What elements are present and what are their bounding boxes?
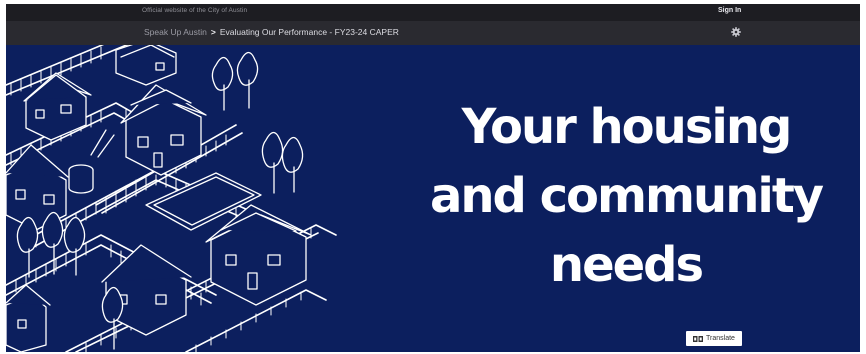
- sign-in-link[interactable]: Sign In: [718, 7, 741, 14]
- hero-headline: Your housing and community needs: [426, 93, 826, 300]
- neighborhood-illustration: [6, 45, 337, 352]
- page-frame: Official website of the City of Austin S…: [6, 4, 860, 352]
- translate-icon: [693, 335, 704, 342]
- site-navbar: Speak Up Austin > Evaluating Our Performan…: [6, 21, 860, 45]
- headline-line-3: needs: [549, 237, 704, 293]
- translate-button[interactable]: Translate: [686, 331, 742, 346]
- breadcrumb-home-link[interactable]: Speak Up Austin: [144, 27, 207, 37]
- breadcrumb-current-page: Evaluating Our Performance - FY23-24 CAP…: [219, 27, 399, 37]
- official-website-text: Official website of the City of Austin: [142, 7, 248, 14]
- headline-line-2: and community: [429, 168, 824, 224]
- headline-line-1: Your housing: [461, 99, 793, 155]
- breadcrumb: Speak Up Austin > Evaluating Our Performan…: [144, 27, 399, 37]
- gear-icon[interactable]: [730, 26, 742, 38]
- breadcrumb-separator: >: [210, 27, 216, 37]
- official-banner: Official website of the City of Austin S…: [6, 4, 860, 21]
- hero-banner: Your housing and community needs Transla…: [6, 45, 860, 352]
- translate-label: Translate: [706, 335, 735, 342]
